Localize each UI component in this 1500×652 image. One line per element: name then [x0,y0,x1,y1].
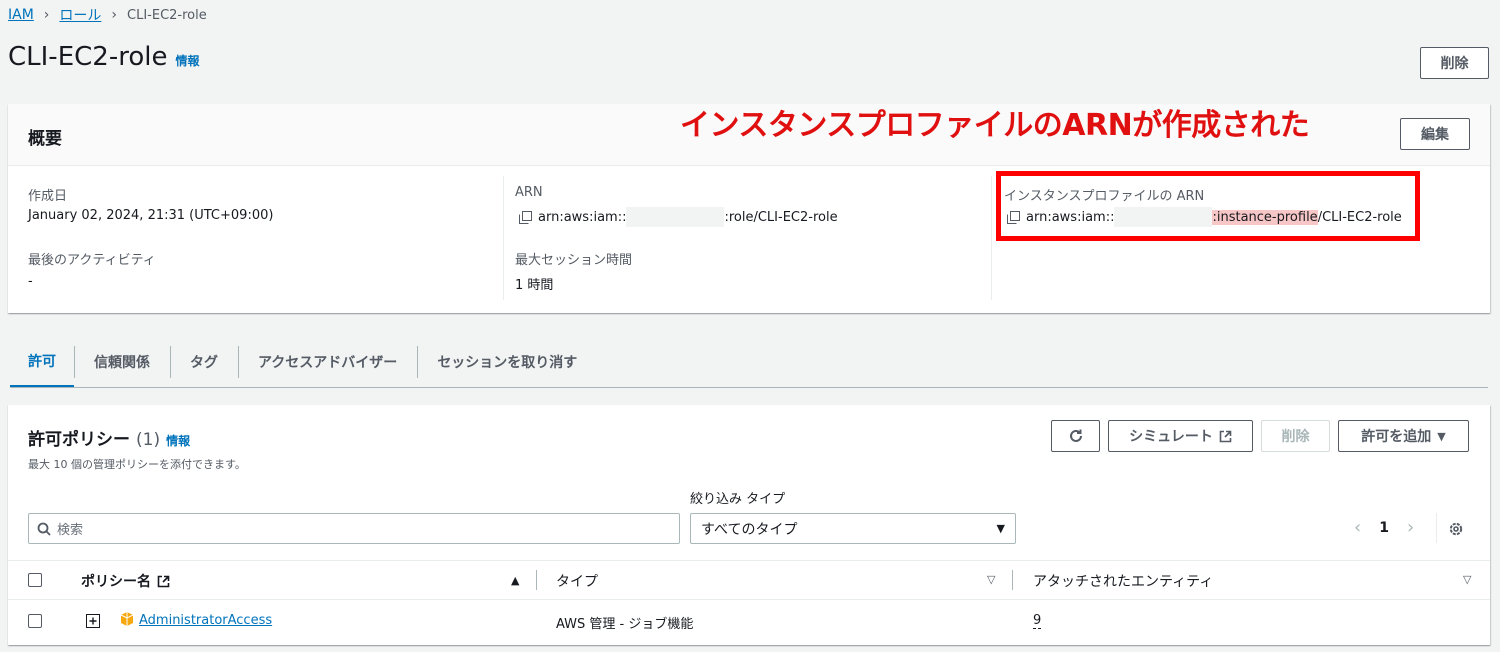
info-link[interactable]: 情報 [175,52,199,69]
arn-label: ARN [515,185,543,200]
tab-revoke-sessions[interactable]: セッションを取り消す [417,336,597,388]
arn-value: arn:aws:iam:::role/CLI-EC2-role [519,207,838,227]
column-divider [503,176,504,300]
simulate-label: シミュレート [1129,429,1213,445]
created-value: January 02, 2024, 21:31 (UTC+09:00) [28,208,274,223]
prev-page-icon[interactable]: ‹ [1354,517,1361,538]
search-input[interactable]: 検索 [28,513,680,544]
max-session-value: 1 時間 [515,278,554,293]
max-session-label: 最大セッション時間 [515,253,633,268]
search-placeholder: 検索 [57,523,84,538]
attached-entities-count[interactable]: 9 [1033,613,1042,629]
aws-managed-policy-icon [120,612,134,626]
tab-bar: 許可 信頼関係 タグ アクセスアドバイザー セッションを取り消す [10,336,597,388]
arn-suffix: :role/CLI-EC2-role [724,209,838,225]
pagination: ‹ 1 › [1354,517,1414,538]
next-page-icon[interactable]: › [1407,517,1414,538]
chevron-right-icon: › [43,7,50,23]
expand-plus-icon[interactable] [86,614,100,628]
breadcrumb-iam-link[interactable]: IAM [8,7,34,23]
page-title-row: CLI-EC2-role 情報 [8,42,199,72]
breadcrumb-current: CLI-EC2-role [127,7,207,23]
permissions-panel: 許可ポリシー (1) 情報 最大 10 個の管理ポリシーを添付できます。 シミュ… [8,405,1490,645]
type-filter-select[interactable]: すべてのタイプ ▼ [690,513,1016,544]
column-divider [536,570,537,590]
sort-ascending-icon[interactable]: ▲ [511,574,519,587]
tab-permissions[interactable]: 許可 [10,336,74,388]
breadcrumb: IAM › ロール › CLI-EC2-role [8,5,207,25]
policies-title: 許可ポリシー [28,430,130,450]
policies-heading: 許可ポリシー (1) 情報 [28,425,190,450]
add-permissions-button[interactable]: 許可を追加 ▼ [1338,420,1469,452]
refresh-button[interactable] [1051,420,1100,452]
caret-down-icon: ▼ [996,522,1005,535]
tab-tags[interactable]: タグ [170,336,238,388]
breadcrumb-roles-link[interactable]: ロール [59,5,101,25]
pagination-divider [1436,513,1437,543]
tab-trust-relationships[interactable]: 信頼関係 [74,336,170,388]
annotation-highlight-box [996,171,1420,241]
add-permissions-label: 許可を追加 [1361,429,1432,445]
external-link-icon [1219,430,1232,442]
caret-down-icon: ▼ [1437,429,1446,443]
policy-name-link[interactable]: AdministratorAccess [139,613,272,628]
policy-type-cell: AWS 管理 - ジョブ機能 [556,617,694,632]
column-header-attached-entities[interactable]: アタッチされたエンティティ [1033,571,1213,591]
edit-button[interactable]: 編集 [1400,118,1470,150]
external-link-icon [157,575,170,587]
summary-title: 概要 [28,129,62,149]
created-label: 作成日 [28,189,68,204]
column-header-policy-name[interactable]: ポリシー名 [81,571,170,591]
delete-role-button[interactable]: 削除 [1420,47,1489,79]
page-number[interactable]: 1 [1379,520,1389,536]
info-link[interactable]: 情報 [166,432,190,449]
simulate-button[interactable]: シミュレート [1108,420,1253,452]
page-title: CLI-EC2-role [8,42,168,72]
tabs-divider [10,387,1488,388]
settings-gear-icon[interactable] [1448,521,1464,537]
chevron-right-icon: › [111,7,118,23]
refresh-icon [1069,429,1082,442]
arn-prefix: arn:aws:iam:: [538,209,627,225]
policy-name-header-label: ポリシー名 [81,574,151,590]
column-divider [1012,570,1013,590]
search-icon [37,522,51,536]
annotation-text: インスタンスプロファイルのARNが作成された [680,108,1310,143]
copy-icon[interactable] [519,210,532,224]
type-filter-value: すべてのタイプ [701,521,798,538]
sort-icon[interactable]: ▽ [1463,573,1471,586]
policies-count: (1) [136,430,161,450]
column-header-type[interactable]: タイプ [556,571,598,591]
select-all-checkbox[interactable] [28,573,42,587]
delete-policy-button[interactable]: 削除 [1261,420,1330,452]
row-checkbox[interactable] [28,614,42,628]
tab-access-advisor[interactable]: アクセスアドバイザー [238,336,417,388]
policies-description: 最大 10 個の管理ポリシーを添付できます。 [28,458,246,471]
last-activity-value: - [28,274,33,289]
column-divider [991,176,992,300]
masked-account-id [626,207,725,227]
filter-type-label: 絞り込み タイプ [690,492,786,507]
sort-icon[interactable]: ▽ [987,573,995,586]
last-activity-label: 最後のアクティビティ [28,253,156,268]
table-header [8,560,1490,600]
